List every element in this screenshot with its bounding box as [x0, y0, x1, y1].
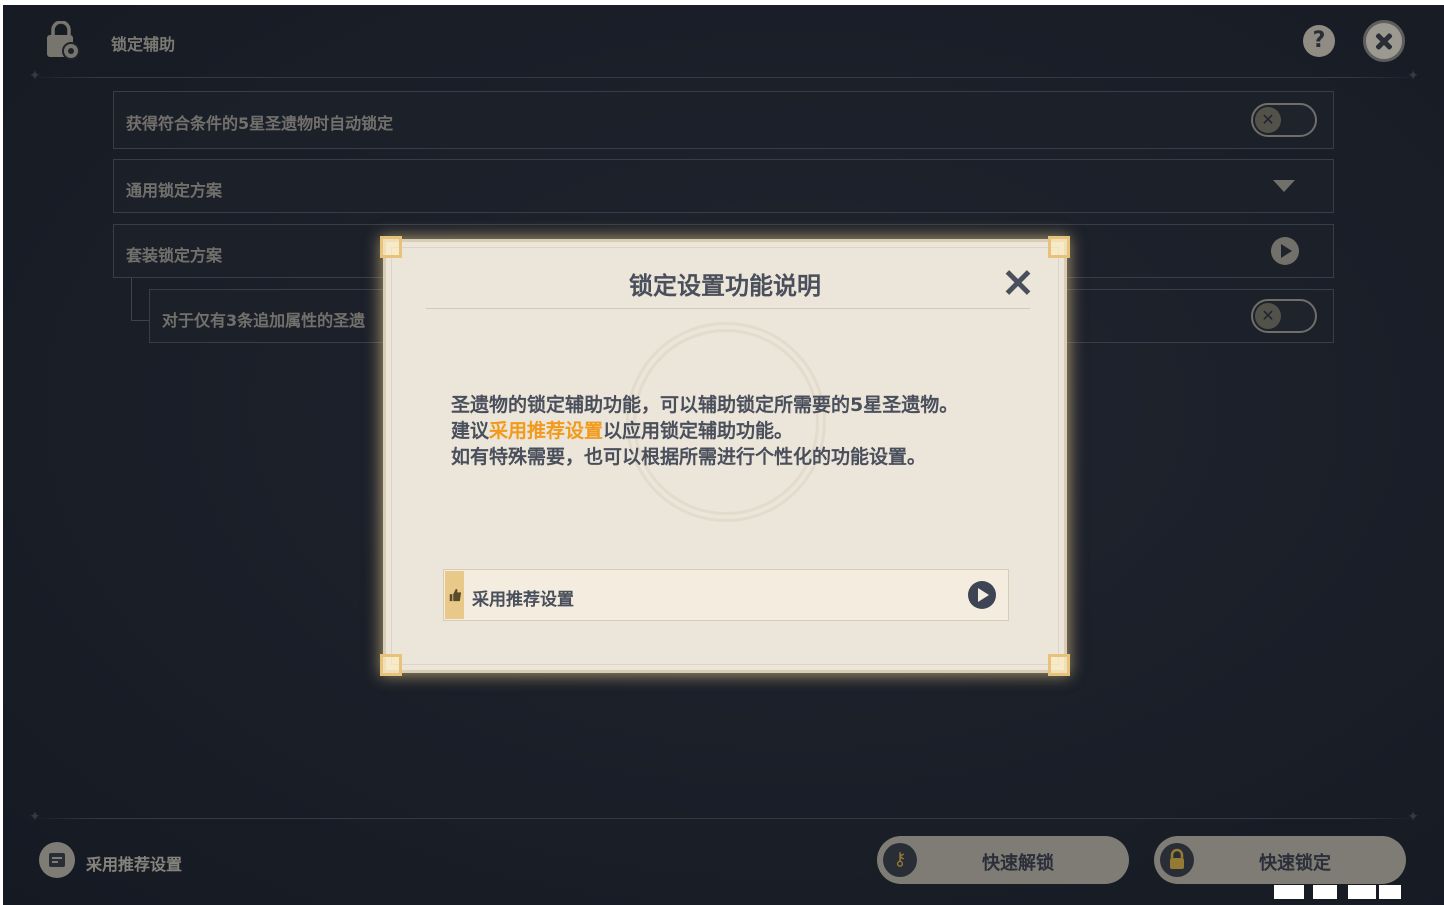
info-modal: 锁定设置功能说明 圣遗物的锁定辅助功能，可以辅助锁定所需要的5星圣遗物。 建议采… — [380, 236, 1070, 676]
uid-watermark — [1313, 885, 1337, 899]
thumbs-up-icon — [445, 571, 464, 619]
recommend-highlight: 采用推荐设置 — [489, 420, 604, 442]
corner-ornament — [1048, 654, 1070, 676]
corner-ornament — [380, 654, 402, 676]
uid-watermark — [1379, 885, 1401, 899]
apply-recommended-label: 采用推荐设置 — [472, 590, 574, 610]
apply-recommended-button[interactable]: 采用推荐设置 — [443, 569, 1009, 621]
description-line: 建议采用推荐设置以应用锁定辅助功能。 — [451, 420, 794, 442]
modal-title: 锁定设置功能说明 — [629, 272, 821, 300]
uid-watermark — [1348, 885, 1376, 899]
arrow-right-circle-icon — [968, 581, 996, 609]
uid-watermark — [1274, 885, 1304, 899]
modal-description: 圣遗物的锁定辅助功能，可以辅助锁定所需要的5星圣遗物。 建议采用推荐设置以应用锁… — [451, 392, 958, 470]
lock-assist-screen: 锁定辅助 ? 获得符合条件的5星圣遗物时自动锁定 ✕ 通用锁定方案 套装锁定方案… — [3, 5, 1444, 905]
corner-ornament — [380, 236, 402, 258]
modal-close-button[interactable] — [1001, 266, 1035, 300]
description-line: 圣遗物的锁定辅助功能，可以辅助锁定所需要的5星圣遗物。 — [451, 394, 959, 416]
corner-ornament — [1048, 236, 1070, 258]
description-line: 如有特殊需要，也可以根据所需进行个性化的功能设置。 — [451, 446, 927, 468]
modal-divider — [426, 308, 1030, 309]
